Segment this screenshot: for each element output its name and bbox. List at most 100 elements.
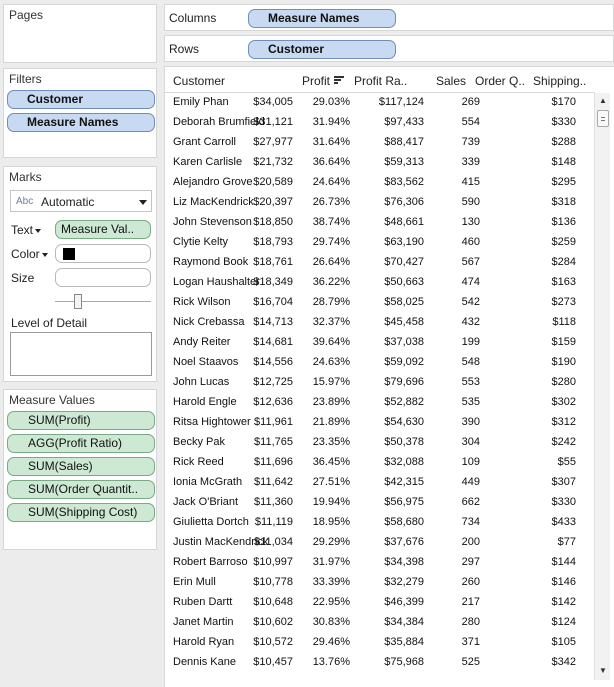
cell-customer: Becky Pak xyxy=(173,436,225,448)
table-row[interactable]: Deborah Brumfield $31,121 31.94% $97,433 554… xyxy=(165,113,595,133)
table-row[interactable]: Clytie Kelty $18,793 29.74% $63,190 460 $259 xyxy=(165,233,595,253)
table-row[interactable]: Janet Martin $10,602 30.83% $34,384 280 $124 xyxy=(165,613,595,633)
table-row[interactable]: Alejandro Grove $20,589 24.64% $83,562 415 $2… xyxy=(165,173,595,193)
header-shipping-cost[interactable]: Shipping.. xyxy=(533,74,586,88)
vertical-scrollbar[interactable]: ▲ ▼ xyxy=(594,93,610,680)
cell-profit: $11,961 xyxy=(254,416,293,428)
table-row[interactable]: Raymond Book $18,761 26.64% $70,427 567 $284 xyxy=(165,253,595,273)
header-sales[interactable]: Sales xyxy=(436,74,466,88)
scroll-down-icon[interactable]: ▼ xyxy=(597,665,609,677)
mark-type-dropdown[interactable]: Abc Automatic xyxy=(10,190,152,212)
header-customer[interactable]: Customer xyxy=(173,74,225,88)
text-pill-measure-values[interactable]: Measure Val.. xyxy=(55,220,151,239)
measure-values-panel[interactable]: Measure Values SUM(Profit) AGG(Profit Ra… xyxy=(3,389,157,550)
table-row[interactable]: Ritsa Hightower $11,961 21.89% $54,630 390 $3… xyxy=(165,413,595,433)
cell-profit-ratio: 32.37% xyxy=(312,316,350,328)
mv-pill-agg-profit-ratio[interactable]: AGG(Profit Ratio) xyxy=(7,434,155,453)
table-row[interactable]: Becky Pak $11,765 23.35% $50,378 304 $242 xyxy=(165,433,595,453)
text-label[interactable]: Text xyxy=(11,223,42,237)
size-box[interactable] xyxy=(55,268,151,287)
cell-order-quantity: 415 xyxy=(461,176,480,188)
table-row[interactable]: Andy Reiter $14,681 39.64% $37,038 199 $159 xyxy=(165,333,595,353)
filter-pill-measure-names[interactable]: Measure Names xyxy=(7,113,155,132)
cell-sales: $42,315 xyxy=(384,476,424,488)
size-slider-handle[interactable] xyxy=(74,294,82,309)
cell-sales: $117,124 xyxy=(378,96,424,108)
cell-profit: $18,761 xyxy=(253,256,293,268)
table-row[interactable]: Noel Staavos $14,556 24.63% $59,092 548 $190 xyxy=(165,353,595,373)
columns-shelf[interactable]: Columns Measure Names xyxy=(164,4,614,31)
mv-pill-sum-shipping-cost[interactable]: SUM(Shipping Cost) xyxy=(7,503,155,522)
cell-customer: Ionia McGrath xyxy=(173,476,243,488)
cell-order-quantity: 525 xyxy=(461,656,480,668)
cell-customer: Raymond Book xyxy=(173,256,249,268)
mv-pill-sum-profit[interactable]: SUM(Profit) xyxy=(7,411,155,430)
table-row[interactable]: Giulietta Dortch $11,119 18.95% $58,680 734 $… xyxy=(165,513,595,533)
sort-descending-icon[interactable] xyxy=(334,76,345,85)
cell-customer: Ritsa Hightower xyxy=(173,416,251,428)
table-row[interactable]: Rick Wilson $16,704 28.79% $58,025 542 $273 xyxy=(165,293,595,313)
color-box[interactable] xyxy=(55,244,151,263)
cell-sales: $32,088 xyxy=(384,456,424,468)
cell-sales: $58,025 xyxy=(384,296,424,308)
size-slider-track[interactable] xyxy=(55,301,151,302)
table-row[interactable]: Liz MacKendrick $20,397 26.73% $76,306 590 $3… xyxy=(165,193,595,213)
header-profit-ratio[interactable]: Profit Ra.. xyxy=(354,74,407,88)
mv-pill-sum-sales[interactable]: SUM(Sales) xyxy=(7,457,155,476)
lod-drop-area[interactable] xyxy=(10,332,152,376)
table-row[interactable]: Justin MacKendrick $11,034 29.29% $37,676 20… xyxy=(165,533,595,553)
cell-order-quantity: 567 xyxy=(461,256,480,268)
rows-shelf[interactable]: Rows Customer xyxy=(164,35,614,62)
mark-type-value: Automatic xyxy=(41,195,95,209)
header-profit[interactable]: Profit xyxy=(302,74,345,88)
scroll-up-icon[interactable]: ▲ xyxy=(597,95,609,107)
table-row[interactable]: Jack O'Briant $11,360 19.94% $56,975 662 $330 xyxy=(165,493,595,513)
table-row[interactable]: Nick Crebassa $14,713 32.37% $45,458 432 $118 xyxy=(165,313,595,333)
table-row[interactable]: John Stevenson $18,850 38.74% $48,661 130 $13… xyxy=(165,213,595,233)
cell-shipping-cost: $55 xyxy=(557,456,576,468)
filters-panel[interactable]: Filters Customer Measure Names xyxy=(3,68,157,158)
table-row[interactable]: Ionia McGrath $11,642 27.51% $42,315 449 $307 xyxy=(165,473,595,493)
cell-order-quantity: 662 xyxy=(461,496,480,508)
cell-profit-ratio: 29.03% xyxy=(312,96,350,108)
rows-pill-customer[interactable]: Customer xyxy=(248,40,396,59)
cell-profit-ratio: 27.51% xyxy=(312,476,350,488)
cell-shipping-cost: $273 xyxy=(551,296,576,308)
color-label[interactable]: Color xyxy=(11,247,48,261)
pages-panel[interactable]: Pages xyxy=(3,4,157,63)
table-row[interactable]: Harold Ryan $10,572 29.46% $35,884 371 $105 xyxy=(165,633,595,653)
table-row[interactable]: John Lucas $12,725 15.97% $79,696 553 $280 xyxy=(165,373,595,393)
table-row[interactable]: Harold Engle $12,636 23.89% $52,882 535 $302 xyxy=(165,393,595,413)
color-label-text: Color xyxy=(11,247,40,261)
table-row[interactable]: Grant Carroll $27,977 31.64% $88,417 739 $288 xyxy=(165,133,595,153)
marks-panel[interactable]: Marks Abc Automatic Text Measure Val.. C… xyxy=(3,166,157,382)
table-row[interactable]: Erin Mull $10,778 33.39% $32,279 260 $146 xyxy=(165,573,595,593)
cell-profit-ratio: 13.76% xyxy=(312,656,350,668)
table-row[interactable]: Robert Barroso $10,997 31.97% $34,398 297 $14… xyxy=(165,553,595,573)
cell-order-quantity: 280 xyxy=(461,616,480,628)
cell-profit: $18,793 xyxy=(253,236,293,248)
cell-customer: Harold Engle xyxy=(173,396,237,408)
cell-sales: $56,975 xyxy=(384,496,424,508)
columns-pill-measure-names[interactable]: Measure Names xyxy=(248,9,396,28)
cell-order-quantity: 535 xyxy=(461,396,480,408)
lod-label: Level of Detail xyxy=(11,316,88,330)
cell-profit-ratio: 36.22% xyxy=(312,276,350,288)
table-row[interactable]: Ruben Dartt $10,648 22.95% $46,399 217 $142 xyxy=(165,593,595,613)
table-row[interactable]: Emily Phan $34,005 29.03% $117,124 269 $170 xyxy=(165,93,595,113)
mv-pill-sum-order-quantity[interactable]: SUM(Order Quantit.. xyxy=(7,480,155,499)
cell-customer: Ruben Dartt xyxy=(173,596,233,608)
color-dropdown-icon xyxy=(41,252,48,257)
scroll-thumb[interactable] xyxy=(597,110,609,127)
cell-profit: $11,696 xyxy=(254,456,293,468)
cell-customer: John Lucas xyxy=(173,376,230,388)
table-row[interactable]: Karen Carlisle $21,732 36.64% $59,313 339 $14… xyxy=(165,153,595,173)
header-order-quantity[interactable]: Order Q.. xyxy=(475,74,525,88)
cell-order-quantity: 390 xyxy=(461,416,480,428)
table-row[interactable]: Rick Reed $11,696 36.45% $32,088 109 $55 xyxy=(165,453,595,473)
table-row[interactable]: Logan Haushalter $18,349 36.22% $50,663 474 $… xyxy=(165,273,595,293)
cell-customer: Karen Carlisle xyxy=(173,156,243,168)
filter-pill-customer[interactable]: Customer xyxy=(7,90,155,109)
cell-sales: $59,092 xyxy=(384,356,424,368)
table-row[interactable]: Dennis Kane $10,457 13.76% $75,968 525 $342 xyxy=(165,653,595,673)
